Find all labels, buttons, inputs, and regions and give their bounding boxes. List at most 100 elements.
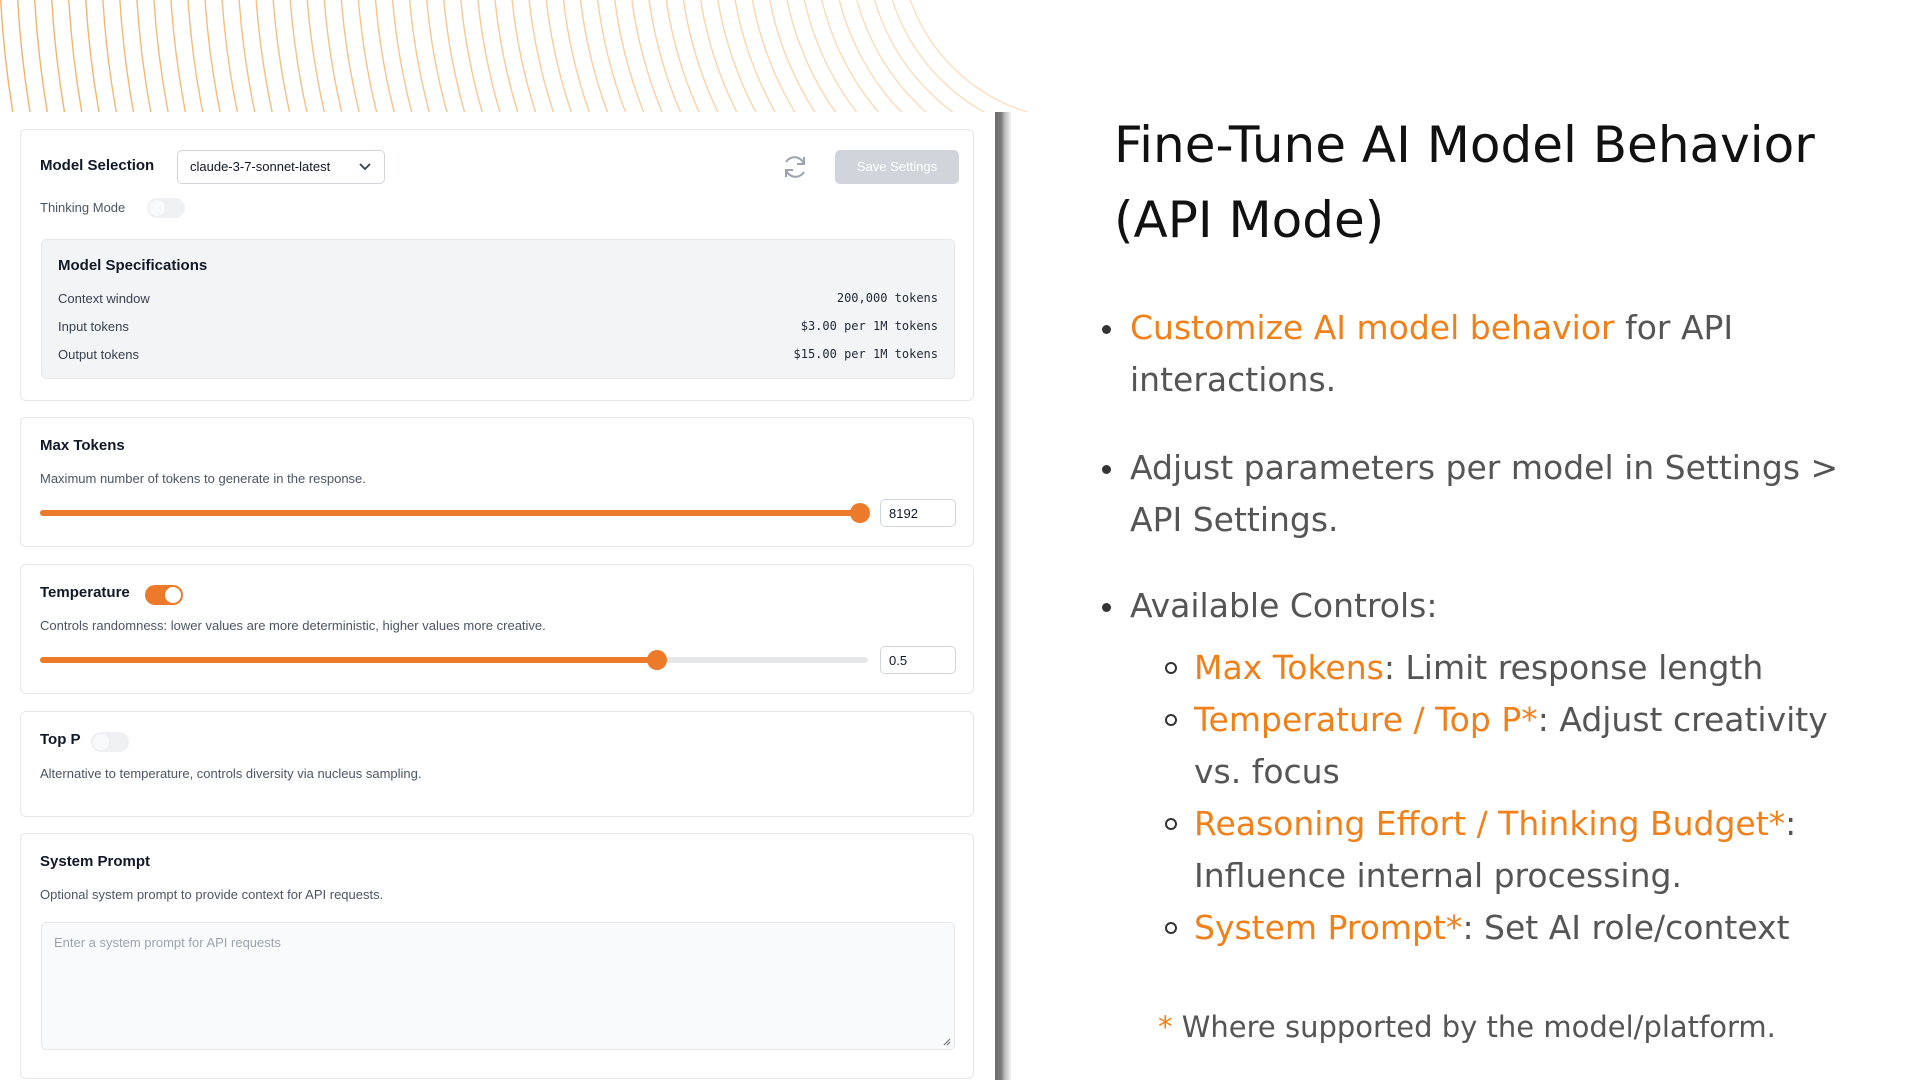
toggle-knob bbox=[165, 587, 181, 603]
resize-handle-icon[interactable] bbox=[941, 1036, 951, 1046]
model-selection-card: Model Selection claude-3-7-sonnet-latest… bbox=[20, 129, 974, 401]
control-item: System Prompt*: Set AI role/context bbox=[1162, 902, 1882, 954]
spec-key: Input tokens bbox=[58, 319, 129, 334]
top-p-toggle[interactable] bbox=[91, 732, 129, 752]
model-specifications-box: Model Specifications Context window 200,… bbox=[41, 239, 955, 379]
model-specifications-title: Model Specifications bbox=[58, 257, 208, 274]
footnote: * Where supported by the model/platform. bbox=[1158, 1010, 1776, 1044]
spec-value: $15.00 per 1M tokens bbox=[793, 347, 939, 361]
decorative-arc bbox=[357, 0, 378, 112]
spec-value: 200,000 tokens bbox=[836, 291, 938, 305]
max-tokens-slider[interactable] bbox=[40, 503, 870, 523]
decorative-arc bbox=[838, 0, 903, 112]
decorative-arc bbox=[769, 0, 816, 112]
decorative-arc bbox=[460, 0, 484, 112]
temperature-slider[interactable] bbox=[40, 650, 868, 670]
decorative-arc bbox=[34, 0, 49, 112]
decorative-arc bbox=[289, 0, 308, 112]
decorative-arc bbox=[528, 0, 555, 112]
temperature-label: Temperature bbox=[40, 584, 130, 601]
decorative-arc bbox=[238, 0, 256, 112]
decorative-arc bbox=[443, 0, 466, 112]
slider-thumb[interactable] bbox=[850, 503, 870, 523]
decorative-arc bbox=[0, 0, 1080, 112]
bullet-item: Available Controls: bbox=[1098, 580, 1898, 632]
bullet-highlight: Customize AI model behavior bbox=[1130, 308, 1615, 347]
decorative-arc bbox=[170, 0, 187, 112]
decorative-arc bbox=[821, 0, 880, 112]
decorative-arc bbox=[545, 0, 573, 112]
controls-sublist: Max Tokens: Limit response length Temper… bbox=[1162, 642, 1882, 954]
control-highlight: Max Tokens bbox=[1194, 648, 1384, 687]
panel-shadow bbox=[995, 112, 1011, 1080]
decorative-arc bbox=[665, 0, 700, 112]
decorative-arcs bbox=[0, 0, 1080, 112]
max-tokens-description: Maximum number of tokens to generate in … bbox=[40, 471, 366, 486]
decorative-arc bbox=[856, 0, 927, 112]
control-text: : Set AI role/context bbox=[1462, 908, 1790, 947]
decorative-arc bbox=[891, 0, 986, 112]
system-prompt-label: System Prompt bbox=[40, 853, 151, 870]
decorative-arc bbox=[751, 0, 796, 112]
decorative-arc bbox=[700, 0, 738, 112]
control-item: Reasoning Effort / Thinking Budget*: Inf… bbox=[1162, 798, 1882, 902]
slide-title-line2: (API Mode) bbox=[1114, 191, 1385, 249]
decorative-arc bbox=[0, 0, 14, 112]
max-tokens-label: Max Tokens bbox=[40, 437, 125, 454]
decorative-arc bbox=[85, 0, 100, 112]
decorative-arc bbox=[426, 0, 448, 112]
api-settings-panel: Model Selection claude-3-7-sonnet-latest… bbox=[0, 112, 1000, 1080]
top-p-label: Top P bbox=[40, 731, 81, 748]
top-p-card: Top P Alternative to temperature, contro… bbox=[20, 711, 974, 817]
footnote-text: Where supported by the model/platform. bbox=[1172, 1010, 1776, 1044]
slide-title-line1: Fine-Tune AI Model Behavior bbox=[1114, 116, 1815, 174]
max-tokens-card: Max Tokens Maximum number of tokens to g… bbox=[20, 417, 974, 547]
spec-row: Context window 200,000 tokens bbox=[58, 291, 938, 309]
decorative-arc bbox=[614, 0, 645, 112]
slider-thumb[interactable] bbox=[647, 650, 667, 670]
decorative-arc bbox=[392, 0, 413, 112]
slide-title: Fine-Tune AI Model Behavior (API Mode) bbox=[1114, 108, 1894, 258]
system-prompt-textarea[interactable]: Enter a system prompt for API requests bbox=[41, 922, 955, 1050]
decorative-arc bbox=[909, 0, 1030, 112]
control-highlight: Temperature / Top P* bbox=[1194, 700, 1538, 739]
bullet-item: Customize AI model behavior for API inte… bbox=[1098, 302, 1898, 406]
spec-key: Context window bbox=[58, 291, 150, 306]
decorative-arc bbox=[374, 0, 396, 112]
decorative-arc bbox=[323, 0, 343, 112]
top-p-description: Alternative to temperature, controls div… bbox=[40, 766, 422, 781]
slider-fill bbox=[40, 657, 657, 663]
save-settings-button[interactable]: Save Settings bbox=[835, 150, 959, 184]
control-highlight: System Prompt* bbox=[1194, 908, 1463, 947]
spec-key: Output tokens bbox=[58, 347, 139, 362]
control-text: : Limit response length bbox=[1383, 648, 1764, 687]
decorative-arc bbox=[409, 0, 431, 112]
temperature-toggle[interactable] bbox=[145, 585, 183, 605]
bullet-list: Adjust parameters per model in Settings … bbox=[1098, 442, 1898, 546]
model-select[interactable]: claude-3-7-sonnet-latest bbox=[177, 150, 385, 184]
footnote-star: * bbox=[1158, 1010, 1173, 1044]
toggle-knob bbox=[93, 734, 109, 750]
thinking-mode-toggle[interactable] bbox=[147, 198, 185, 218]
bullet-list: Customize AI model behavior for API inte… bbox=[1098, 302, 1898, 406]
bullet-list: Available Controls: bbox=[1098, 580, 1898, 632]
decorative-arc bbox=[204, 0, 222, 112]
decorative-arc bbox=[597, 0, 627, 112]
decorative-arc bbox=[221, 0, 239, 112]
chevron-down-icon bbox=[359, 163, 371, 171]
slider-fill bbox=[40, 510, 860, 516]
spec-row: Output tokens $15.00 per 1M tokens bbox=[58, 347, 938, 365]
system-prompt-card: System Prompt Optional system prompt to … bbox=[20, 833, 974, 1079]
refresh-icon[interactable] bbox=[780, 152, 810, 182]
model-select-value: claude-3-7-sonnet-latest bbox=[190, 159, 331, 174]
decorative-arc bbox=[511, 0, 537, 112]
system-prompt-placeholder: Enter a system prompt for API requests bbox=[54, 935, 281, 950]
thinking-mode-label: Thinking Mode bbox=[40, 200, 126, 215]
temperature-input[interactable]: 0.5 bbox=[880, 646, 956, 674]
max-tokens-input[interactable]: 8192 bbox=[880, 499, 956, 527]
control-item: Max Tokens: Limit response length bbox=[1162, 642, 1882, 694]
system-prompt-description: Optional system prompt to provide contex… bbox=[40, 887, 384, 902]
bullet-item: Adjust parameters per model in Settings … bbox=[1098, 442, 1898, 546]
decorative-arc bbox=[255, 0, 273, 112]
toggle-knob bbox=[149, 200, 165, 216]
